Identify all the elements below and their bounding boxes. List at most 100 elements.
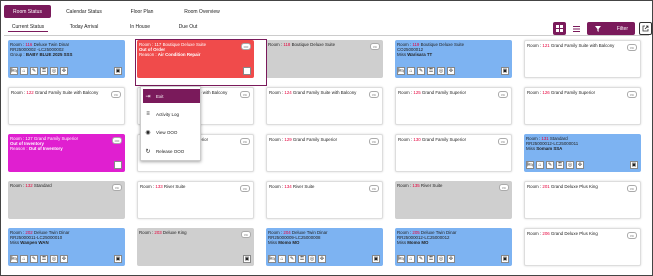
bed-icon[interactable]: 🛏 xyxy=(10,255,18,263)
move-icon[interactable]: ✜ xyxy=(576,161,584,169)
grid-view-button[interactable] xyxy=(553,22,566,35)
room-card[interactable]: Room : 133 River Suite VC xyxy=(137,181,254,219)
menu-item-activity-log[interactable]: ≡ Activity Log xyxy=(143,107,200,121)
menu-item-exit[interactable]: ⇥ Exit xyxy=(143,89,200,103)
filter-button[interactable]: Filter xyxy=(587,22,635,35)
edit-icon[interactable]: ✎ xyxy=(417,255,425,263)
move-icon[interactable]: ✜ xyxy=(447,67,455,75)
room-card[interactable]: Room : 134 River Suite VC xyxy=(266,181,383,219)
room-number: 126 xyxy=(542,90,550,95)
tab-calendar-status[interactable]: Calendar Status xyxy=(55,5,113,18)
room-prefix: Room : xyxy=(139,230,155,235)
subtab-in-house[interactable]: In House xyxy=(122,22,158,32)
room-status-badge: VC xyxy=(369,185,379,192)
room-number: 121 xyxy=(542,43,550,48)
edit-icon[interactable]: ✎ xyxy=(546,161,554,169)
bed-icon[interactable]: 🛏 xyxy=(10,67,18,75)
key-icon[interactable]: ⚿ xyxy=(427,67,435,75)
home-icon[interactable]: ⌂ xyxy=(278,255,286,263)
menu-item-view-ooo[interactable]: ◉ View OOO xyxy=(143,125,200,139)
room-menu-icon[interactable]: ▣ xyxy=(243,255,251,263)
room-card[interactable]: Room : 122 Grand Family Suite with Balco… xyxy=(8,87,125,125)
list-view-button[interactable] xyxy=(570,22,582,35)
room-card[interactable]: Room : 126 Grand Family Superior VC xyxy=(524,87,641,125)
bed-icon[interactable]: 🛏 xyxy=(397,67,405,75)
room-status-badge: VC xyxy=(240,185,250,192)
room-status-badge: VC xyxy=(627,185,637,192)
room-card[interactable]: Room : 205 Deluxe Twin Dinar RR25000012-L… xyxy=(395,228,512,266)
target-icon[interactable]: ◎ xyxy=(437,255,445,263)
room-prefix: Room : xyxy=(527,231,543,236)
room-number: 125 xyxy=(413,90,421,95)
key-icon[interactable]: ⚿ xyxy=(298,255,306,263)
move-icon[interactable]: ✜ xyxy=(318,255,326,263)
key-icon[interactable]: ⚿ xyxy=(40,67,48,75)
subtab-today-arrival[interactable]: Today Arrival xyxy=(58,22,110,32)
room-number: 201 xyxy=(542,184,550,189)
room-card[interactable]: Room : 129 Grand Family Superior VC xyxy=(266,134,383,172)
move-icon[interactable]: ✜ xyxy=(447,255,455,263)
room-status-badge: VC xyxy=(240,138,250,145)
tab-floor-plan[interactable]: Floor Plan xyxy=(117,5,167,18)
subtab-due-out[interactable]: Due Out xyxy=(170,22,206,32)
room-card[interactable]: Room : 135 River Suite VC xyxy=(395,181,512,219)
target-icon[interactable]: ◎ xyxy=(50,255,58,263)
move-icon[interactable]: ✜ xyxy=(60,255,68,263)
edit-icon[interactable]: ✎ xyxy=(30,255,38,263)
tab-room-status[interactable]: Room Status xyxy=(4,5,51,18)
room-card[interactable]: Room : 125 Grand Family Superior VC xyxy=(395,87,512,125)
room-title: Room : 135 River Suite xyxy=(397,183,442,188)
room-card[interactable]: Room : 203 Deluxe King VC ▣ xyxy=(137,228,254,266)
edit-icon[interactable]: ✎ xyxy=(30,67,38,75)
room-card[interactable]: Room : 201 Grand Deluxe Plus King VC xyxy=(524,181,641,219)
bed-icon[interactable]: 🛏 xyxy=(268,255,276,263)
room-card[interactable]: Room : 132 Standard VC xyxy=(8,181,125,219)
bed-icon[interactable]: 🛏 xyxy=(526,161,534,169)
room-guest-name: Momo MO xyxy=(278,240,300,245)
key-icon[interactable]: ⚿ xyxy=(40,255,48,263)
open-external-button[interactable] xyxy=(639,22,652,35)
key-icon[interactable]: ⚿ xyxy=(556,161,564,169)
home-icon[interactable]: ⌂ xyxy=(407,67,415,75)
room-action-icons: 🛏 ⌂ ✎ ⚿ ◎ ✜ xyxy=(526,161,584,169)
tab-room-overview[interactable]: Room Overview xyxy=(171,5,233,18)
menu-item-release-ooo[interactable]: ↻ Release OOO xyxy=(143,144,200,158)
room-card[interactable]: Room : 121 Grand Family Suite with Balco… xyxy=(524,40,641,78)
room-prefix: Room : xyxy=(268,42,284,47)
room-card[interactable]: Room : 127 Grand Family Superior Out of I… xyxy=(8,134,125,172)
target-icon[interactable]: ◎ xyxy=(437,67,445,75)
home-icon[interactable]: ⌂ xyxy=(536,161,544,169)
home-icon[interactable]: ⌂ xyxy=(20,255,28,263)
room-menu-icon[interactable]: ▣ xyxy=(114,161,122,169)
key-icon[interactable]: ⚿ xyxy=(427,255,435,263)
room-menu-icon[interactable]: ▣ xyxy=(114,255,122,263)
room-menu-icon[interactable]: ▣ xyxy=(630,161,638,169)
room-card[interactable]: Room : 130 Grand Family Superior VC xyxy=(395,134,512,172)
room-menu-icon[interactable]: ▣ xyxy=(501,255,509,263)
room-card[interactable]: Room : 204 Deluxe Twin Dinar RR25000009-L… xyxy=(266,228,383,266)
edit-icon[interactable]: ✎ xyxy=(417,67,425,75)
room-card[interactable]: Room : 124 Grand Family Suite with Balco… xyxy=(266,87,383,125)
target-icon[interactable]: ◎ xyxy=(50,67,58,75)
room-card[interactable]: Room : 116 Deluxe Twin Dinar RR25000002 -… xyxy=(8,40,125,78)
bed-icon[interactable]: 🛏 xyxy=(397,255,405,263)
home-icon[interactable]: ⌂ xyxy=(407,255,415,263)
room-menu-icon[interactable]: ▣ xyxy=(372,255,380,263)
room-card[interactable]: Room : 118 Boutique Deluxe Suite VC xyxy=(266,40,383,78)
room-card[interactable]: Room : 206 Grand Deluxe Plus King VC xyxy=(524,228,641,266)
target-icon[interactable]: ◎ xyxy=(566,161,574,169)
room-number: 129 xyxy=(284,137,292,142)
move-icon[interactable]: ✜ xyxy=(60,67,68,75)
edit-icon[interactable]: ✎ xyxy=(288,255,296,263)
room-menu-icon[interactable]: ▣ xyxy=(114,67,122,75)
room-title: Room : 133 River Suite xyxy=(140,184,185,189)
target-icon[interactable]: ◎ xyxy=(308,255,316,263)
home-icon[interactable]: ⌂ xyxy=(20,67,28,75)
room-number: 135 xyxy=(412,183,420,188)
room-type: Deluxe King xyxy=(161,230,187,235)
room-card[interactable]: Room : 119 Boutique Deluxe Suite CO250000… xyxy=(395,40,512,78)
room-card[interactable]: Room : 131 Standard RR25000012-LC25000011… xyxy=(524,134,641,172)
room-card[interactable]: Room : 202 Deluxe Twin Dinar RR25000011-L… xyxy=(8,228,125,266)
subtab-current-status[interactable]: Current Status xyxy=(8,22,48,32)
room-menu-icon[interactable]: ▣ xyxy=(501,67,509,75)
